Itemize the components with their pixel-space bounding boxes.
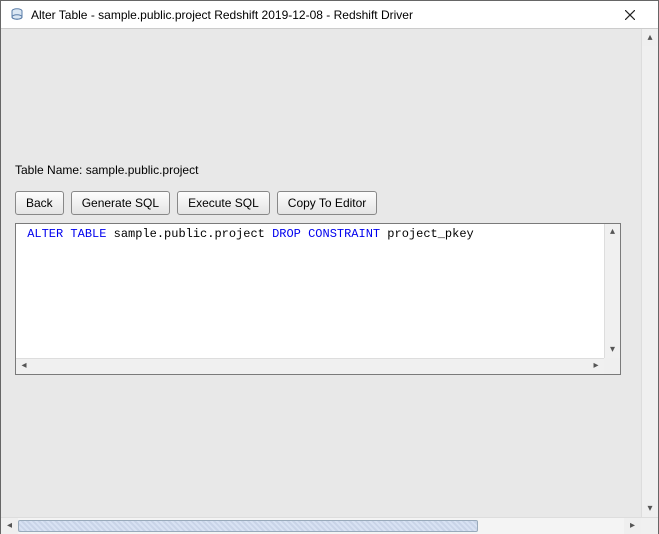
main-panel: Table Name: sample.public.project Back G… [1,29,658,534]
panel-horizontal-scrollbar[interactable]: ◂ ▸ [1,517,658,534]
scroll-right-icon[interactable]: ▸ [588,359,604,374]
scroll-left-icon[interactable]: ◂ [1,518,18,534]
sql-vertical-scrollbar[interactable]: ▴ ▾ [604,224,620,358]
scroll-down-icon[interactable]: ▾ [642,500,658,517]
execute-sql-button[interactable]: Execute SQL [177,191,270,215]
copy-to-editor-button[interactable]: Copy To Editor [277,191,378,215]
panel-vertical-scrollbar[interactable]: ▴ ▾ [641,29,658,517]
window-title: Alter Table - sample.public.project Reds… [31,8,610,22]
scroll-right-icon[interactable]: ▸ [624,518,641,534]
table-name-label: Table Name: [15,163,82,177]
scroll-left-icon[interactable]: ◂ [16,359,32,374]
scroll-thumb[interactable] [18,520,478,532]
scroll-up-icon[interactable]: ▴ [642,29,658,46]
table-name-value: sample.public.project [86,163,199,177]
generate-sql-button[interactable]: Generate SQL [71,191,170,215]
content-area: Table Name: sample.public.project Back G… [15,43,627,503]
app-icon [9,7,25,23]
table-name-row: Table Name: sample.public.project [15,163,627,177]
scroll-corner [604,358,620,374]
button-row: Back Generate SQL Execute SQL Copy To Ed… [15,191,627,215]
scroll-down-icon[interactable]: ▾ [605,342,620,358]
sql-text[interactable]: ALTER TABLE sample.public.project DROP C… [20,227,603,357]
back-button[interactable]: Back [15,191,64,215]
close-button[interactable] [610,2,650,28]
sql-horizontal-scrollbar[interactable]: ◂ ▸ [16,358,604,374]
sql-editor[interactable]: ALTER TABLE sample.public.project DROP C… [15,223,621,375]
titlebar: Alter Table - sample.public.project Reds… [1,1,658,29]
scroll-up-icon[interactable]: ▴ [605,224,620,240]
scroll-track[interactable] [18,518,624,534]
